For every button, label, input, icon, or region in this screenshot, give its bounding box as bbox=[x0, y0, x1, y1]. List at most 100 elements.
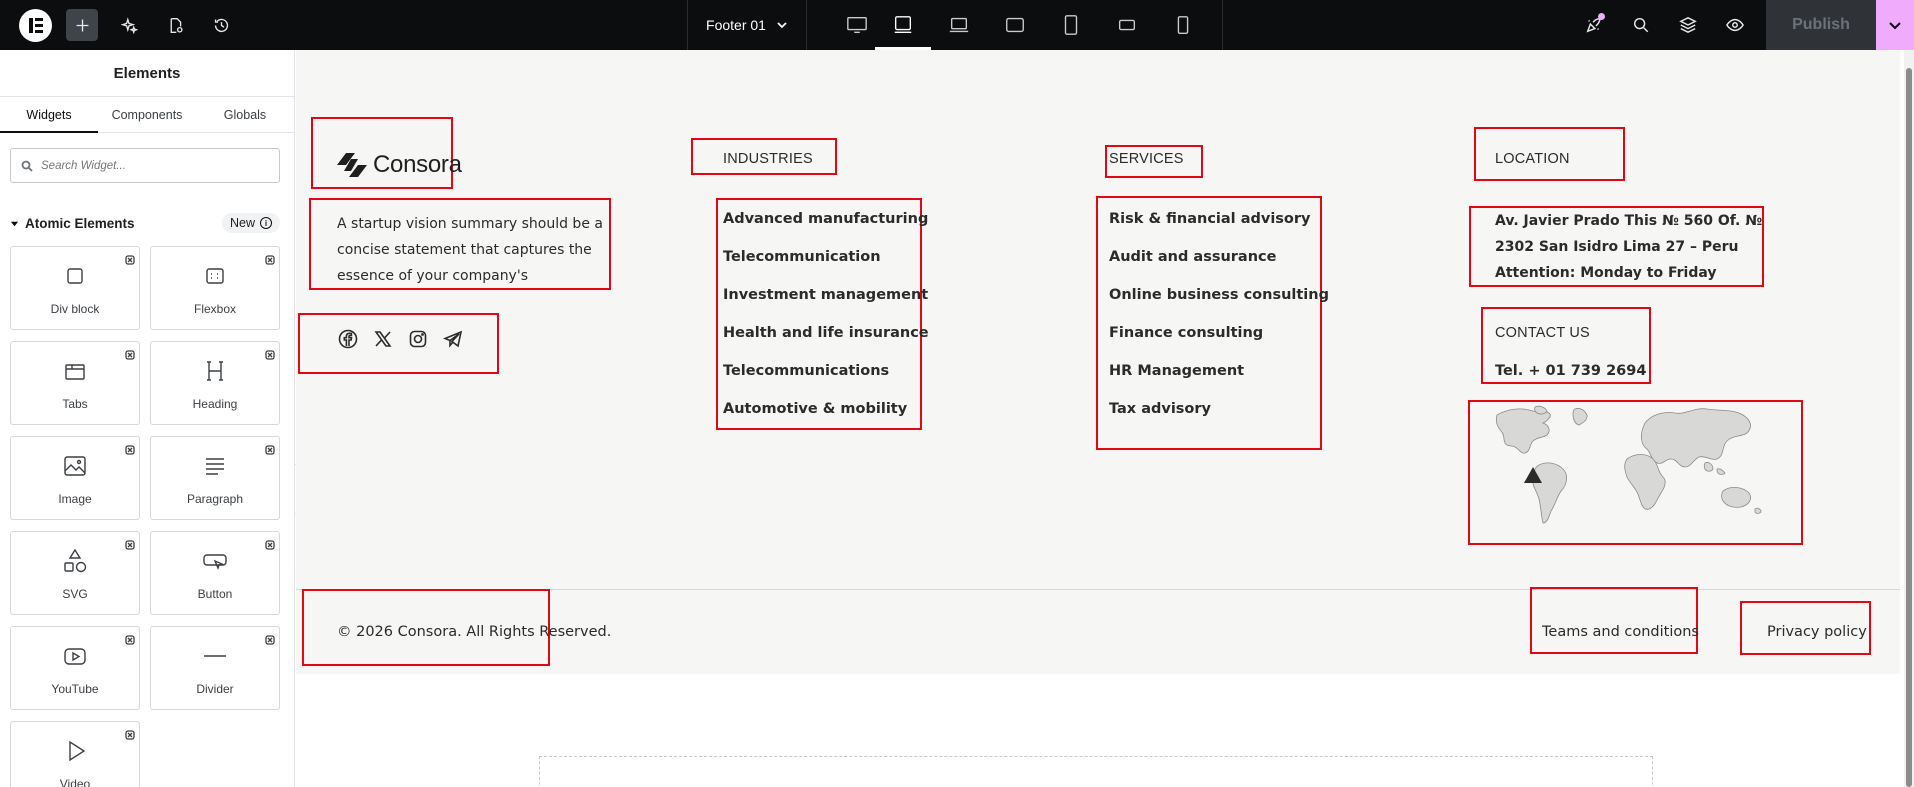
services-item[interactable]: Tax advisory bbox=[1109, 401, 1329, 439]
pro-badge-icon bbox=[125, 442, 135, 455]
whats-new-button[interactable] bbox=[1581, 12, 1607, 38]
address-line: 2302 San Isidro Lima 27 – Peru bbox=[1495, 239, 1739, 255]
preview-button[interactable] bbox=[1722, 12, 1748, 38]
world-map-image bbox=[1495, 405, 1762, 524]
industries-item[interactable]: Investment management bbox=[723, 287, 929, 325]
heading-icon bbox=[202, 358, 228, 384]
editor-canvas: Consora A startup vision summary should … bbox=[296, 50, 1900, 787]
contact-phone[interactable]: Tel. + 01 739 2694 bbox=[1495, 363, 1646, 401]
industries-item[interactable]: Telecommunication bbox=[723, 249, 929, 287]
ai-sparkle-icon bbox=[120, 16, 138, 34]
widget-label: Tabs bbox=[62, 397, 88, 411]
device-tablet-landscape-button[interactable] bbox=[875, 0, 931, 50]
mobile-landscape-icon bbox=[1118, 19, 1136, 31]
pro-badge-icon bbox=[265, 252, 275, 265]
widget-youtube[interactable]: YouTube bbox=[10, 626, 140, 710]
add-section-drop-zone[interactable] bbox=[539, 756, 1653, 787]
contact-heading: CONTACT US bbox=[1495, 325, 1590, 341]
new-badge[interactable]: New i bbox=[221, 213, 280, 233]
search-input[interactable] bbox=[41, 159, 271, 172]
brand-logo[interactable]: Consora bbox=[337, 151, 462, 179]
preview-eye-icon bbox=[1726, 18, 1744, 32]
svg-icon bbox=[62, 548, 88, 574]
history-icon bbox=[214, 18, 228, 32]
paragraph-icon bbox=[202, 453, 228, 479]
tab-widgets[interactable]: Widgets bbox=[0, 97, 98, 133]
tabs-icon bbox=[62, 358, 88, 384]
flexbox-icon bbox=[202, 263, 228, 289]
widget-label: Paragraph bbox=[186, 492, 244, 506]
pro-badge-icon bbox=[125, 252, 135, 265]
elementor-logo-icon[interactable] bbox=[19, 9, 52, 42]
services-item[interactable]: Risk & financial advisory bbox=[1109, 211, 1329, 249]
terms-link[interactable]: Teams and conditions bbox=[1542, 624, 1699, 640]
services-list: Risk & financial advisory Audit and assu… bbox=[1109, 211, 1329, 439]
telegram-icon[interactable] bbox=[442, 328, 464, 350]
document-selector[interactable]: Footer 01 bbox=[687, 0, 807, 50]
notification-dot bbox=[1598, 13, 1605, 20]
chevron-down-icon bbox=[777, 22, 787, 29]
device-tablet-extra-button[interactable] bbox=[987, 0, 1043, 50]
canvas-scrollbar[interactable] bbox=[1904, 50, 1914, 787]
search-icon bbox=[1633, 17, 1649, 33]
industries-item[interactable]: Automotive & mobility bbox=[723, 401, 929, 439]
widget-button[interactable]: Button bbox=[150, 531, 280, 615]
device-mobile-landscape-button[interactable] bbox=[1099, 0, 1155, 50]
add-element-button[interactable] bbox=[66, 9, 98, 41]
mobile-icon bbox=[1177, 16, 1189, 34]
widget-label: Button bbox=[197, 587, 233, 601]
elements-panel: Elements Widgets Components Globals Atom… bbox=[0, 50, 295, 787]
services-item[interactable]: Finance consulting bbox=[1109, 325, 1329, 363]
page-settings-button[interactable] bbox=[159, 9, 191, 41]
widget-divider[interactable]: Divider bbox=[150, 626, 280, 710]
caret-down-icon bbox=[10, 221, 19, 226]
tablet-landscape-icon bbox=[894, 16, 912, 34]
industries-item[interactable]: Advanced manufacturing bbox=[723, 211, 929, 249]
publish-options-button[interactable] bbox=[1876, 0, 1914, 50]
widget-div-block[interactable]: Div block bbox=[10, 246, 140, 330]
widget-flexbox[interactable]: Flexbox bbox=[150, 246, 280, 330]
widget-label: SVG bbox=[62, 587, 88, 601]
video-icon bbox=[62, 738, 88, 764]
category-header[interactable]: Atomic Elements New i bbox=[10, 212, 280, 234]
device-mobile-button[interactable] bbox=[1155, 0, 1211, 50]
page-settings-icon bbox=[170, 17, 183, 33]
widget-search bbox=[10, 148, 280, 183]
widget-label: Div block bbox=[50, 302, 100, 316]
divider-icon bbox=[202, 643, 228, 669]
address-text: Av. Javier Prado This № 560 Of. № 2302 S… bbox=[1495, 208, 1762, 286]
structure-button[interactable] bbox=[1675, 12, 1701, 38]
x-icon[interactable] bbox=[372, 328, 394, 350]
services-item[interactable]: HR Management bbox=[1109, 363, 1329, 401]
publish-button[interactable]: Publish bbox=[1766, 0, 1876, 50]
youtube-icon bbox=[62, 643, 88, 669]
terms-selection[interactable] bbox=[1530, 587, 1698, 654]
widget-svg[interactable]: SVG bbox=[10, 531, 140, 615]
widget-tabs[interactable]: Tabs bbox=[10, 341, 140, 425]
widget-paragraph[interactable]: Paragraph bbox=[150, 436, 280, 520]
privacy-link[interactable]: Privacy policy bbox=[1767, 624, 1867, 640]
about-paragraph: A startup vision summary should be a con… bbox=[337, 216, 603, 284]
widget-label: Image bbox=[58, 492, 92, 506]
services-item[interactable]: Audit and assurance bbox=[1109, 249, 1329, 287]
pro-badge-icon bbox=[125, 632, 135, 645]
badge-label: New bbox=[229, 216, 255, 230]
location-heading: LOCATION bbox=[1495, 151, 1570, 167]
widget-image[interactable]: Image bbox=[10, 436, 140, 520]
widget-heading[interactable]: Heading bbox=[150, 341, 280, 425]
facebook-icon[interactable] bbox=[337, 328, 359, 350]
widget-video[interactable]: Video bbox=[10, 721, 140, 787]
device-laptop-button[interactable] bbox=[931, 0, 987, 50]
instagram-icon[interactable] bbox=[407, 328, 429, 350]
history-button[interactable] bbox=[205, 9, 237, 41]
services-item[interactable]: Online business consulting bbox=[1109, 287, 1329, 325]
ai-button[interactable] bbox=[113, 9, 145, 41]
widget-label: Video bbox=[59, 777, 91, 787]
finder-button[interactable] bbox=[1628, 12, 1654, 38]
tab-globals[interactable]: Globals bbox=[196, 97, 294, 132]
device-tablet-portrait-button[interactable] bbox=[1043, 0, 1099, 50]
industries-item[interactable]: Health and life insurance bbox=[723, 325, 929, 363]
tab-components[interactable]: Components bbox=[98, 97, 196, 132]
address-line: Attention: Monday to Friday bbox=[1495, 265, 1717, 281]
industries-item[interactable]: Telecommunications bbox=[723, 363, 929, 401]
